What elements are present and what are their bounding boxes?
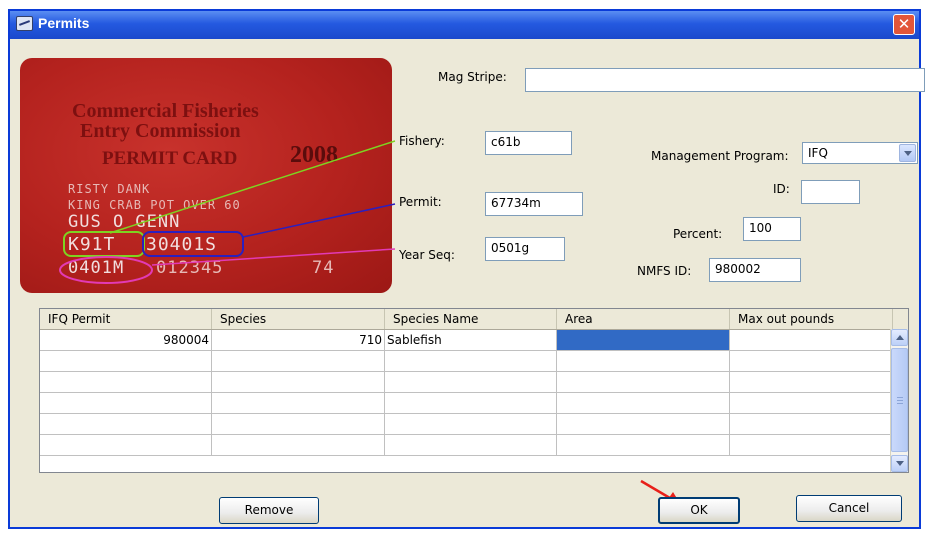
cell-area-selected[interactable]: [557, 330, 730, 351]
card-number: 74: [312, 258, 335, 278]
id-input[interactable]: [801, 180, 860, 204]
card-holder-name: GUS O GENN: [68, 212, 181, 232]
cancel-button[interactable]: Cancel: [796, 495, 902, 522]
card-year: 2008: [290, 142, 338, 168]
scroll-down-icon[interactable]: [891, 455, 908, 472]
cell-empty[interactable]: [557, 435, 730, 456]
grip-icon: [897, 397, 903, 398]
grip-icon: [897, 400, 903, 401]
card-heading: PERMIT CARD: [102, 148, 238, 169]
cell-empty[interactable]: [557, 372, 730, 393]
cell-empty[interactable]: [212, 372, 385, 393]
fishery-label: Fishery:: [399, 134, 445, 148]
cell-empty[interactable]: [385, 393, 557, 414]
table-row[interactable]: [40, 393, 906, 414]
table-row[interactable]: 980004 710 Sablefish: [40, 330, 906, 351]
cell-species-name[interactable]: Sablefish: [385, 330, 557, 351]
grip-icon: [897, 403, 903, 404]
cell-empty[interactable]: [40, 351, 212, 372]
app-icon: [16, 16, 33, 31]
management-program-label: Management Program:: [651, 149, 789, 163]
card-fishery-code: K91T: [68, 234, 116, 255]
cell-empty[interactable]: [212, 351, 385, 372]
card-yearseq-code: 0401M: [68, 258, 125, 278]
ok-button[interactable]: OK: [658, 497, 740, 524]
cell-empty[interactable]: [385, 351, 557, 372]
fishery-input[interactable]: c61b: [485, 131, 572, 155]
cell-empty[interactable]: [40, 414, 212, 435]
permits-dialog: Permits ✕ Commercial Fisheries Entry Com…: [8, 9, 925, 529]
card-permit-code: 30401S: [146, 234, 218, 255]
cell-empty[interactable]: [385, 372, 557, 393]
column-header-ifq-permit[interactable]: IFQ Permit: [40, 309, 212, 329]
table-row[interactable]: [40, 372, 906, 393]
year-seq-label: Year Seq:: [399, 248, 455, 262]
card-name-line2: KING CRAB POT OVER 60: [68, 198, 241, 212]
cell-empty[interactable]: [557, 393, 730, 414]
ifq-permit-table: IFQ Permit Species Species Name Area Max…: [39, 308, 909, 473]
year-seq-input[interactable]: 0501g: [485, 237, 565, 261]
management-program-value: IFQ: [808, 146, 828, 160]
percent-input[interactable]: 100: [743, 217, 801, 241]
cell-empty[interactable]: [557, 351, 730, 372]
cell-empty[interactable]: [385, 414, 557, 435]
window-title: Permits: [38, 15, 90, 31]
cell-empty[interactable]: [40, 435, 212, 456]
cell-empty[interactable]: [730, 435, 893, 456]
mag-stripe-label: Mag Stripe:: [438, 70, 507, 84]
column-header-species[interactable]: Species: [212, 309, 385, 329]
remove-button[interactable]: Remove: [219, 497, 319, 524]
cell-empty[interactable]: [730, 351, 893, 372]
permit-input[interactable]: 67734m: [485, 192, 583, 216]
permit-card-image: Commercial Fisheries Entry Commission PE…: [20, 58, 392, 293]
table-header: IFQ Permit Species Species Name Area Max…: [40, 309, 908, 330]
column-header-species-name[interactable]: Species Name: [385, 309, 557, 329]
cell-empty[interactable]: [212, 435, 385, 456]
scroll-thumb[interactable]: [891, 348, 908, 452]
cell-empty[interactable]: [40, 372, 212, 393]
card-serial: 012345: [156, 258, 224, 278]
cell-empty[interactable]: [212, 414, 385, 435]
permit-label: Permit:: [399, 195, 442, 209]
management-program-select[interactable]: IFQ: [802, 142, 918, 164]
table-row[interactable]: [40, 351, 906, 372]
card-name-line1: RISTY DANK: [68, 182, 151, 196]
cell-empty[interactable]: [730, 372, 893, 393]
cell-empty[interactable]: [730, 414, 893, 435]
cell-ifq-permit[interactable]: 980004: [40, 330, 212, 351]
nmfs-id-input[interactable]: 980002: [709, 258, 801, 282]
nmfs-id-label: NMFS ID:: [637, 264, 692, 278]
column-header-max-out-pounds[interactable]: Max out pounds: [730, 309, 893, 329]
percent-label: Percent:: [673, 227, 723, 241]
cell-empty[interactable]: [557, 414, 730, 435]
chevron-down-icon[interactable]: [899, 144, 916, 162]
title-bar[interactable]: Permits ✕: [10, 11, 919, 39]
close-icon: ✕: [897, 15, 911, 33]
mag-stripe-input[interactable]: [525, 68, 925, 92]
table-row[interactable]: [40, 435, 906, 456]
close-button[interactable]: ✕: [893, 14, 915, 35]
cell-species[interactable]: 710: [212, 330, 385, 351]
table-row[interactable]: [40, 414, 906, 435]
vertical-scrollbar[interactable]: [890, 329, 908, 472]
cell-empty[interactable]: [730, 393, 893, 414]
column-header-area[interactable]: Area: [557, 309, 730, 329]
scroll-up-icon[interactable]: [891, 329, 908, 346]
cell-empty[interactable]: [212, 393, 385, 414]
cell-empty[interactable]: [385, 435, 557, 456]
id-label: ID:: [773, 182, 790, 196]
cell-max-out-pounds[interactable]: [730, 330, 893, 351]
card-agency-line2: Entry Commission: [80, 120, 241, 142]
cell-empty[interactable]: [40, 393, 212, 414]
